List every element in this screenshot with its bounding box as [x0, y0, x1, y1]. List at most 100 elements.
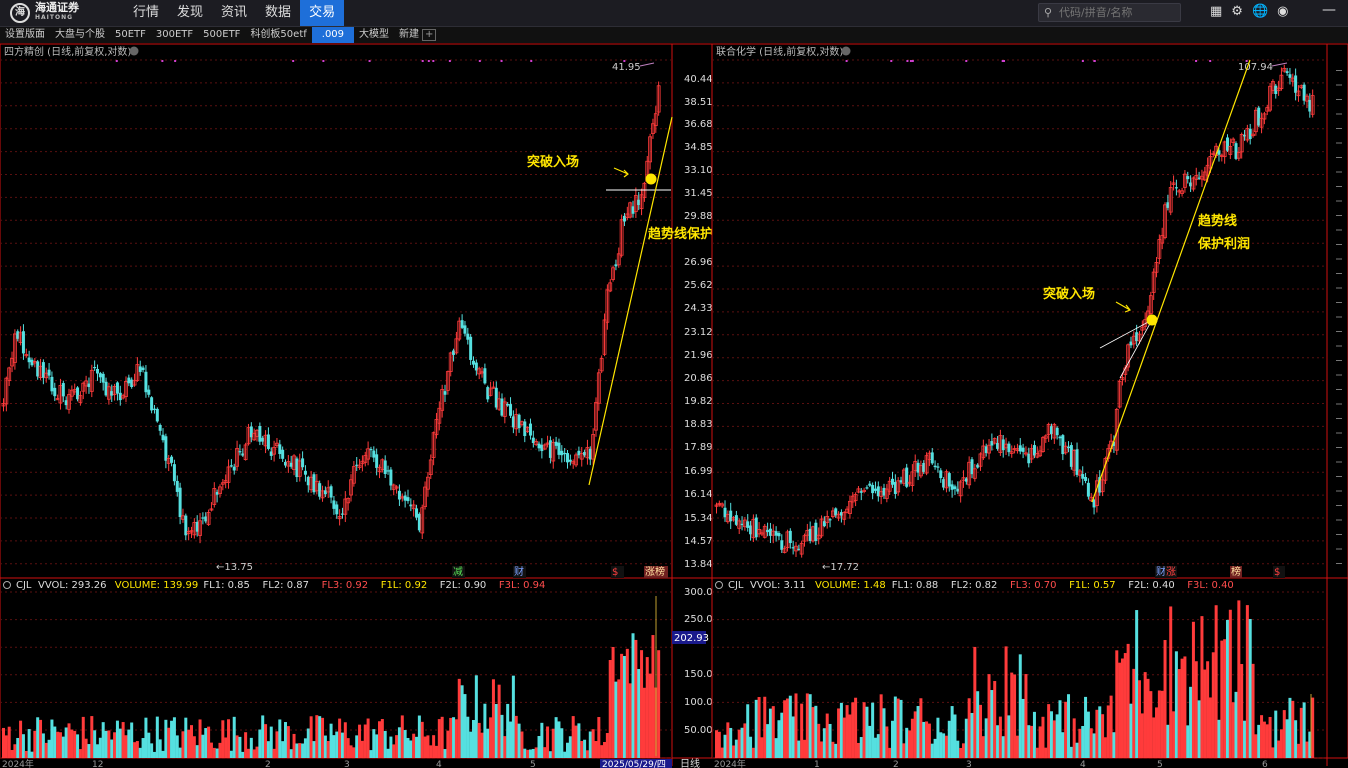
title-dropdown-icon [129, 46, 139, 56]
volume-bar [252, 749, 256, 758]
volume-bar [449, 717, 453, 758]
volume-bar [851, 702, 855, 758]
volume-bar [976, 691, 980, 758]
volume-bar [788, 695, 792, 758]
candle [746, 521, 750, 528]
volume-bar [207, 726, 211, 758]
candle [301, 458, 305, 468]
volume-bar [1101, 714, 1105, 758]
volume-bar [389, 736, 393, 758]
volume-bar [477, 722, 481, 758]
volume-bar [1055, 714, 1059, 758]
volume-bar [1208, 697, 1212, 758]
volume-bar [939, 732, 943, 758]
candle [469, 336, 473, 360]
signal-dot [421, 60, 424, 62]
volume-bar [1084, 696, 1088, 758]
candle [98, 373, 102, 378]
annotation-breakout-entry: 突破入场 [1043, 286, 1095, 302]
price-axis-tick [1336, 403, 1342, 405]
price-axis-tick [1336, 99, 1342, 100]
volume-bar [36, 717, 40, 758]
right-chart: 联合化学 (日线,前复权,对数) CJL VVOL: 3.11 VOLUME: 1.4… [711, 43, 1348, 768]
volume-bar [839, 702, 843, 758]
volume-bar [309, 716, 313, 758]
volume-bar [201, 734, 205, 758]
annotation-protect-profit: 保护利润 [1197, 236, 1250, 252]
volume-bar [286, 726, 290, 758]
volume-bar [1231, 702, 1235, 758]
candle [930, 452, 934, 464]
chart-canvas[interactable]: 四方精创 (日线,前复权,对数) CJL VVOL: 293.26 VOLUME: 1… [0, 0, 1348, 768]
volume-bar [1271, 747, 1275, 758]
volume-bar [996, 725, 1000, 758]
volume-bar [332, 735, 336, 758]
volume-bar [249, 737, 253, 758]
volume-bar [1115, 650, 1119, 758]
volume-bar [820, 741, 824, 758]
volume-bar [76, 734, 80, 758]
volume-bar [1245, 605, 1249, 758]
candle [554, 441, 558, 446]
volume-bar [1123, 653, 1127, 758]
low-price-label: ←17.72 [822, 562, 859, 573]
volume-bar [757, 697, 761, 758]
indicator-value-2: FL1: 0.88 [892, 580, 939, 591]
event-tag: 减 [453, 566, 463, 578]
volume-bar [1030, 725, 1034, 758]
candle [774, 531, 778, 536]
candle [1067, 446, 1071, 449]
candle [150, 397, 154, 411]
price-axis-tick [1336, 302, 1342, 303]
volume-bar [749, 736, 753, 758]
volume-bar [902, 743, 906, 758]
indicator-value-4: FL3: 0.70 [1010, 580, 1057, 591]
candle [406, 497, 410, 502]
volume-bar [1248, 618, 1252, 758]
volume-bar [876, 734, 880, 758]
volume-bar [774, 738, 778, 758]
volume-bar [96, 744, 99, 758]
candle [1084, 476, 1088, 481]
volume-bar [1166, 724, 1170, 758]
breakout-marker [1146, 314, 1158, 326]
volume-bar [794, 693, 798, 758]
volume-bar [19, 720, 23, 758]
indicator-name: CJL [16, 580, 32, 591]
volume-bar [278, 719, 282, 758]
price-axis-tick [1336, 331, 1342, 332]
volume-bar [1013, 674, 1017, 758]
volume-bar [531, 748, 535, 758]
volume-bar [130, 722, 134, 758]
volume-bar [73, 730, 77, 758]
volume-bar [415, 736, 419, 758]
volume-bar [181, 731, 185, 758]
date-axis-label: 2024年 [714, 758, 746, 768]
volume-bar [828, 723, 832, 758]
volume-bar [648, 673, 652, 758]
volume-bar [318, 716, 322, 758]
volume-bar [298, 743, 302, 758]
volume-bar [87, 744, 91, 758]
volume-bar [491, 679, 495, 758]
volume-bar [743, 723, 747, 758]
candle [509, 404, 513, 416]
volume-bar [1288, 697, 1292, 758]
candle [403, 495, 407, 501]
volume-bar [1152, 717, 1156, 758]
candle [329, 486, 333, 498]
candle [47, 369, 51, 376]
price-axis-label: 33.10 [684, 165, 713, 176]
volume-bar [446, 730, 450, 758]
volume-bar [1285, 719, 1289, 758]
volume-bar [1194, 661, 1198, 758]
volume-bar [24, 750, 28, 758]
signal-dot [906, 60, 909, 62]
signal-dot [161, 60, 164, 62]
volume-bar [472, 720, 475, 758]
volume-bar [84, 738, 88, 758]
volume-bar [856, 742, 860, 758]
volume-bar [460, 685, 464, 758]
volume-bar [868, 725, 872, 758]
volume-bar [777, 720, 781, 758]
